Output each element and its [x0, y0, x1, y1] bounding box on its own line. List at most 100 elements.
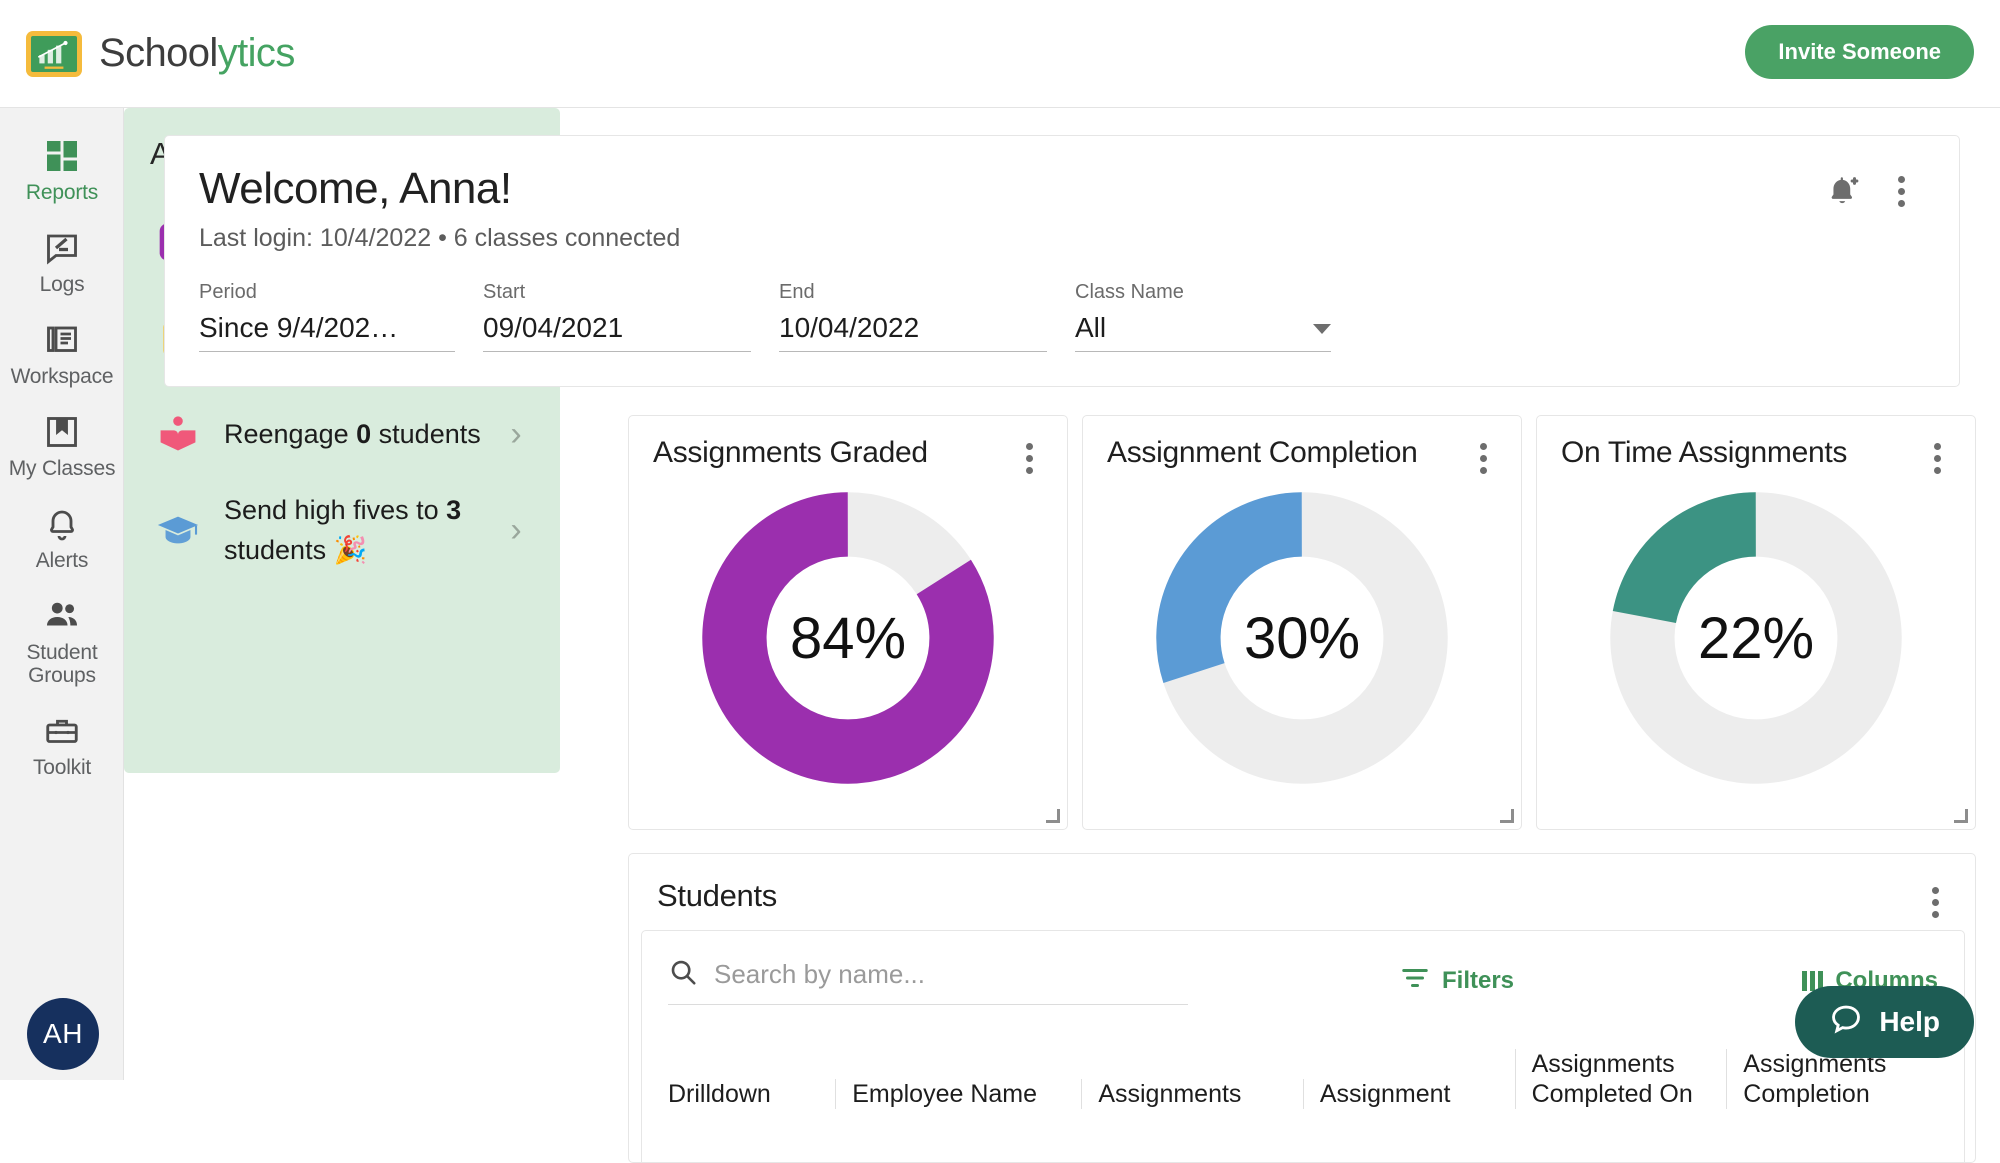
end-label: End — [779, 281, 1047, 304]
search-input[interactable] — [714, 959, 1154, 990]
message-edit-icon — [44, 228, 80, 268]
end-date-input[interactable]: 10/04/2022 — [779, 312, 1047, 352]
chart-center-label: 22% — [1606, 488, 1906, 788]
help-widget-button[interactable]: Help — [1795, 986, 1974, 1058]
welcome-card-actions — [1817, 163, 1929, 219]
action-text-pre: Send high fives to — [224, 495, 446, 525]
brand-logo[interactable]: Schoolytics — [26, 31, 295, 77]
chevron-right-icon: › — [498, 417, 534, 451]
class-name-label: Class Name — [1075, 281, 1331, 304]
action-text-post: students 🎉 — [224, 535, 367, 565]
action-item-label: Send high fives to 3 students 🎉 — [206, 490, 498, 570]
action-item-send-high-fives[interactable]: Send high fives to 3 students 🎉 › — [150, 482, 534, 578]
students-card: Students Filters — [628, 853, 1976, 1163]
chart-center-label: 30% — [1152, 488, 1452, 788]
start-field: Start 09/04/2021 — [483, 281, 751, 352]
table-header-cell[interactable]: Assignment — [1303, 1079, 1515, 1109]
bell-plus-icon[interactable] — [1817, 163, 1873, 219]
chart-title: On Time Assignments — [1561, 436, 1951, 470]
people-group-icon — [43, 596, 81, 636]
action-item-label: Reengage 0 students — [206, 414, 498, 454]
chevron-down-icon — [1313, 324, 1331, 334]
brand-name-part1: School — [99, 31, 218, 75]
action-item-reengage-students[interactable]: Reengage 0 students › — [150, 386, 534, 482]
resize-handle[interactable] — [1954, 809, 1968, 823]
page-title: Welcome, Anna! — [199, 164, 1925, 214]
table-header-cell[interactable]: Assignments Completion — [1726, 1049, 1938, 1109]
help-label: Help — [1879, 1006, 1940, 1038]
sidebar-item-label: Workspace — [11, 365, 114, 388]
donut-chart: 84% — [629, 488, 1067, 788]
students-table-header-row: Drilldown Employee Name Assignments Assi… — [642, 1049, 1964, 1109]
chevron-right-icon: › — [498, 513, 534, 547]
sidebar-item-reports[interactable]: Reports — [0, 126, 124, 210]
sidebar-item-student-groups[interactable]: Student Groups — [0, 586, 124, 693]
sidebar-item-label: Logs — [40, 273, 85, 296]
avatar[interactable]: AH — [27, 998, 99, 1070]
students-toolbar: Filters Columns — [642, 931, 1964, 1005]
chart-center-label: 84% — [698, 488, 998, 788]
chart-title: Assignments Graded — [653, 436, 1043, 470]
end-field: End 10/04/2022 — [779, 281, 1047, 352]
period-input[interactable]: Since 9/4/202… — [199, 312, 455, 352]
action-count: 0 — [356, 419, 371, 449]
documents-stack-icon — [44, 320, 80, 360]
filters-button[interactable]: Filters — [1388, 963, 1514, 1000]
bookmark-box-icon — [44, 412, 80, 452]
sidebar-item-alerts[interactable]: Alerts — [0, 494, 124, 578]
class-name-field: Class Name All — [1075, 281, 1331, 352]
sidebar-item-label: Alerts — [36, 549, 88, 572]
class-name-value: All — [1075, 312, 1106, 344]
kebab-menu-icon — [1480, 443, 1487, 474]
welcome-card: Welcome, Anna! Last login: 10/4/2022 • 6… — [164, 135, 1960, 387]
toolbox-icon — [44, 711, 80, 751]
filters-label: Filters — [1442, 967, 1514, 995]
filter-icon — [1400, 963, 1430, 1000]
sidebar-item-my-classes[interactable]: My Classes — [0, 402, 124, 486]
period-field: Period Since 9/4/202… — [199, 281, 455, 352]
welcome-kebab-menu-button[interactable] — [1873, 163, 1929, 219]
assignments-graded-card: Assignments Graded 84% — [628, 415, 1068, 830]
chart-kebab-menu-button[interactable] — [1909, 430, 1965, 486]
brand-wordmark: Schoolytics — [99, 31, 295, 76]
graduation-cap-icon — [150, 507, 206, 553]
open-book-icon — [150, 412, 206, 456]
chart-title: Assignment Completion — [1107, 436, 1497, 470]
top-bar: Schoolytics Invite Someone — [0, 0, 2000, 108]
sidebar-item-label: Toolkit — [33, 756, 91, 779]
sidebar-item-toolkit[interactable]: Toolkit — [0, 701, 124, 785]
search-icon — [668, 957, 698, 992]
table-header-cell[interactable]: Employee Name — [835, 1079, 1081, 1109]
students-kebab-menu-button[interactable] — [1907, 874, 1963, 930]
donut-chart: 22% — [1537, 488, 1975, 788]
kebab-menu-icon — [1026, 443, 1033, 474]
table-header-cell[interactable]: Assignments Completed On — [1515, 1049, 1727, 1109]
chart-kebab-menu-button[interactable] — [1455, 430, 1511, 486]
main-content: Welcome, Anna! Last login: 10/4/2022 • 6… — [124, 108, 2000, 1080]
action-count: 3 — [446, 495, 461, 525]
kebab-menu-icon — [1934, 443, 1941, 474]
assignment-completion-card: Assignment Completion 30% — [1082, 415, 1522, 830]
resize-handle[interactable] — [1500, 809, 1514, 823]
resize-handle[interactable] — [1046, 809, 1060, 823]
on-time-assignments-card: On Time Assignments 22% — [1536, 415, 1976, 830]
global-filters: Period Since 9/4/202… Start 09/04/2021 E… — [199, 281, 1925, 352]
invite-someone-button[interactable]: Invite Someone — [1745, 25, 1974, 79]
sidebar-item-logs[interactable]: Logs — [0, 218, 124, 302]
table-header-cell[interactable]: Assignments — [1081, 1079, 1303, 1109]
donut-chart: 30% — [1083, 488, 1521, 788]
kebab-menu-icon — [1932, 887, 1939, 918]
period-label: Period — [199, 281, 455, 304]
start-label: Start — [483, 281, 751, 304]
sidebar-item-label: Student Groups — [4, 641, 120, 687]
brand-name-part2: ytics — [218, 31, 295, 75]
chalkboard-chart-icon — [26, 31, 82, 77]
table-header-cell[interactable]: Drilldown — [668, 1079, 835, 1109]
last-login-text: Last login: 10/4/2022 • 6 classes connec… — [199, 224, 1925, 253]
class-name-select[interactable]: All — [1075, 312, 1331, 352]
students-title: Students — [629, 854, 1975, 914]
chart-kebab-menu-button[interactable] — [1001, 430, 1057, 486]
start-date-input[interactable]: 09/04/2021 — [483, 312, 751, 352]
sidebar-item-workspace[interactable]: Workspace — [0, 310, 124, 394]
action-text-post: students — [371, 419, 481, 449]
